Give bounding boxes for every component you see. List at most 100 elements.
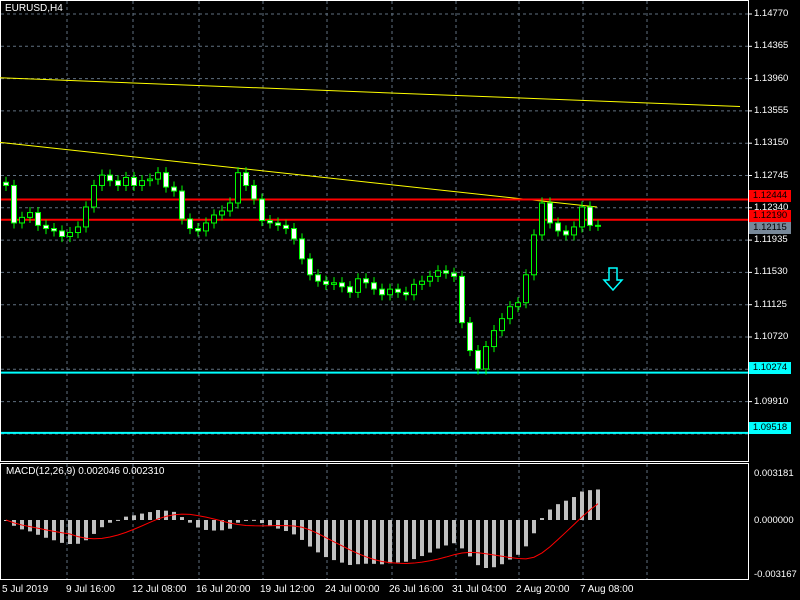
price-axis-label: 1.11530: [754, 266, 788, 278]
time-axis-label: 19 Jul 12:00: [260, 584, 315, 595]
candle-body: [51, 228, 57, 232]
price-chart[interactable]: [0, 0, 800, 600]
price-axis-label: 1.09910: [754, 395, 789, 407]
macd-histogram-bar: [196, 520, 200, 528]
macd-histogram-bar: [116, 519, 120, 521]
macd-histogram-bar: [404, 520, 408, 562]
candle-body: [227, 202, 233, 212]
macd-histogram-bar: [548, 509, 552, 520]
macd-histogram-bar: [436, 520, 440, 549]
candle-body: [339, 282, 345, 288]
candle-body: [395, 288, 401, 293]
candle-body: [3, 181, 9, 186]
candle-body: [195, 228, 201, 232]
time-axis-label: 31 Jul 04:00: [452, 584, 507, 595]
candle-body: [547, 202, 553, 224]
candle-body: [147, 178, 153, 182]
candle-body: [139, 180, 145, 186]
candle-body: [363, 278, 369, 284]
candle-body: [83, 206, 89, 228]
bid-price-tag: 1.12115: [749, 222, 791, 234]
macd-histogram-bar: [268, 520, 272, 527]
candle-body: [163, 172, 169, 188]
macd-axis-label: 0.003181: [754, 468, 794, 479]
candle-body: [187, 218, 193, 230]
macd-histogram-bar: [492, 520, 496, 568]
resistance-1-tag: 1.12444: [749, 190, 791, 202]
candle-body: [403, 291, 409, 296]
candle-body: [171, 186, 177, 192]
candle-body: [531, 234, 537, 276]
macd-histogram-bar: [356, 520, 360, 565]
macd-histogram-bar: [148, 512, 152, 520]
macd-histogram-bar: [28, 520, 32, 532]
candle-body: [435, 270, 441, 277]
candle-body: [27, 212, 33, 218]
price-axis-label: 1.11125: [754, 298, 787, 310]
candle-body: [587, 206, 593, 226]
macd-histogram-bar: [276, 520, 280, 529]
candle-body: [347, 286, 353, 293]
macd-histogram-bar: [164, 510, 168, 520]
time-axis-label: 12 Jul 08:00: [132, 584, 187, 595]
candle-body: [571, 226, 577, 236]
resistance-2-tag: 1.12190: [749, 210, 791, 222]
macd-histogram-bar: [92, 520, 96, 534]
macd-histogram-bar: [508, 520, 512, 560]
macd-histogram-bar: [108, 520, 112, 523]
macd-histogram-bar: [292, 520, 296, 535]
macd-axis-label: 0.000000: [754, 515, 794, 526]
support-2-tag: 1.09518: [749, 422, 791, 434]
candle-body: [211, 214, 217, 224]
macd-histogram-bar: [132, 515, 136, 520]
candle-body: [323, 280, 329, 285]
macd-histogram-bar: [452, 520, 456, 544]
time-axis-label: 16 Jul 20:00: [196, 584, 251, 595]
candle-body: [459, 275, 465, 324]
candle-body: [499, 318, 505, 332]
macd-histogram-bar: [348, 520, 352, 565]
macd-histogram-bar: [556, 504, 560, 520]
price-axis-label: 1.13555: [754, 104, 789, 116]
candle-body: [179, 190, 185, 220]
macd-histogram-bar: [332, 520, 336, 561]
macd-histogram-bar: [44, 520, 48, 538]
time-axis-label: 5 Jul 2019: [2, 584, 49, 595]
macd-histogram-bar: [212, 520, 216, 531]
macd-histogram-bar: [572, 497, 576, 520]
candle-body: [243, 172, 249, 186]
price-axis-label: 1.13960: [754, 72, 789, 84]
macd-histogram-bar: [372, 520, 376, 564]
candle-body: [307, 258, 313, 276]
chart-title: EURUSD,H4: [5, 3, 63, 14]
candle-body: [283, 224, 289, 230]
support-1-tag: 1.10274: [749, 362, 791, 374]
candle-body: [275, 222, 281, 226]
macd-histogram-bar: [140, 513, 144, 520]
macd-histogram-bar: [388, 520, 392, 564]
macd-histogram-bar: [236, 520, 240, 523]
candle-body: [411, 283, 417, 296]
price-axis-label: 1.10720: [754, 331, 789, 342]
candle-body: [443, 270, 449, 274]
macd-histogram-bar: [204, 520, 208, 530]
candle-body: [203, 222, 209, 232]
macd-histogram-bar: [52, 520, 56, 541]
candle-body: [235, 172, 241, 204]
candle-body: [507, 306, 513, 320]
macd-histogram-bar: [500, 520, 504, 565]
candle-body: [251, 184, 257, 200]
macd-histogram-bar: [428, 520, 432, 553]
candle-body: [155, 172, 161, 180]
macd-histogram-bar: [516, 520, 520, 555]
macd-histogram-bar: [84, 520, 88, 541]
macd-histogram-bar: [380, 520, 384, 565]
macd-histogram-bar: [260, 520, 264, 524]
candle-body: [331, 282, 337, 285]
time-axis-label: 24 Jul 00:00: [325, 584, 380, 595]
macd-histogram-bar: [188, 520, 192, 523]
candle-body: [123, 176, 129, 186]
macd-histogram-bar: [36, 520, 40, 535]
macd-axis-label: -0.003167: [754, 569, 797, 580]
price-axis-label: 1.11935: [754, 234, 788, 246]
